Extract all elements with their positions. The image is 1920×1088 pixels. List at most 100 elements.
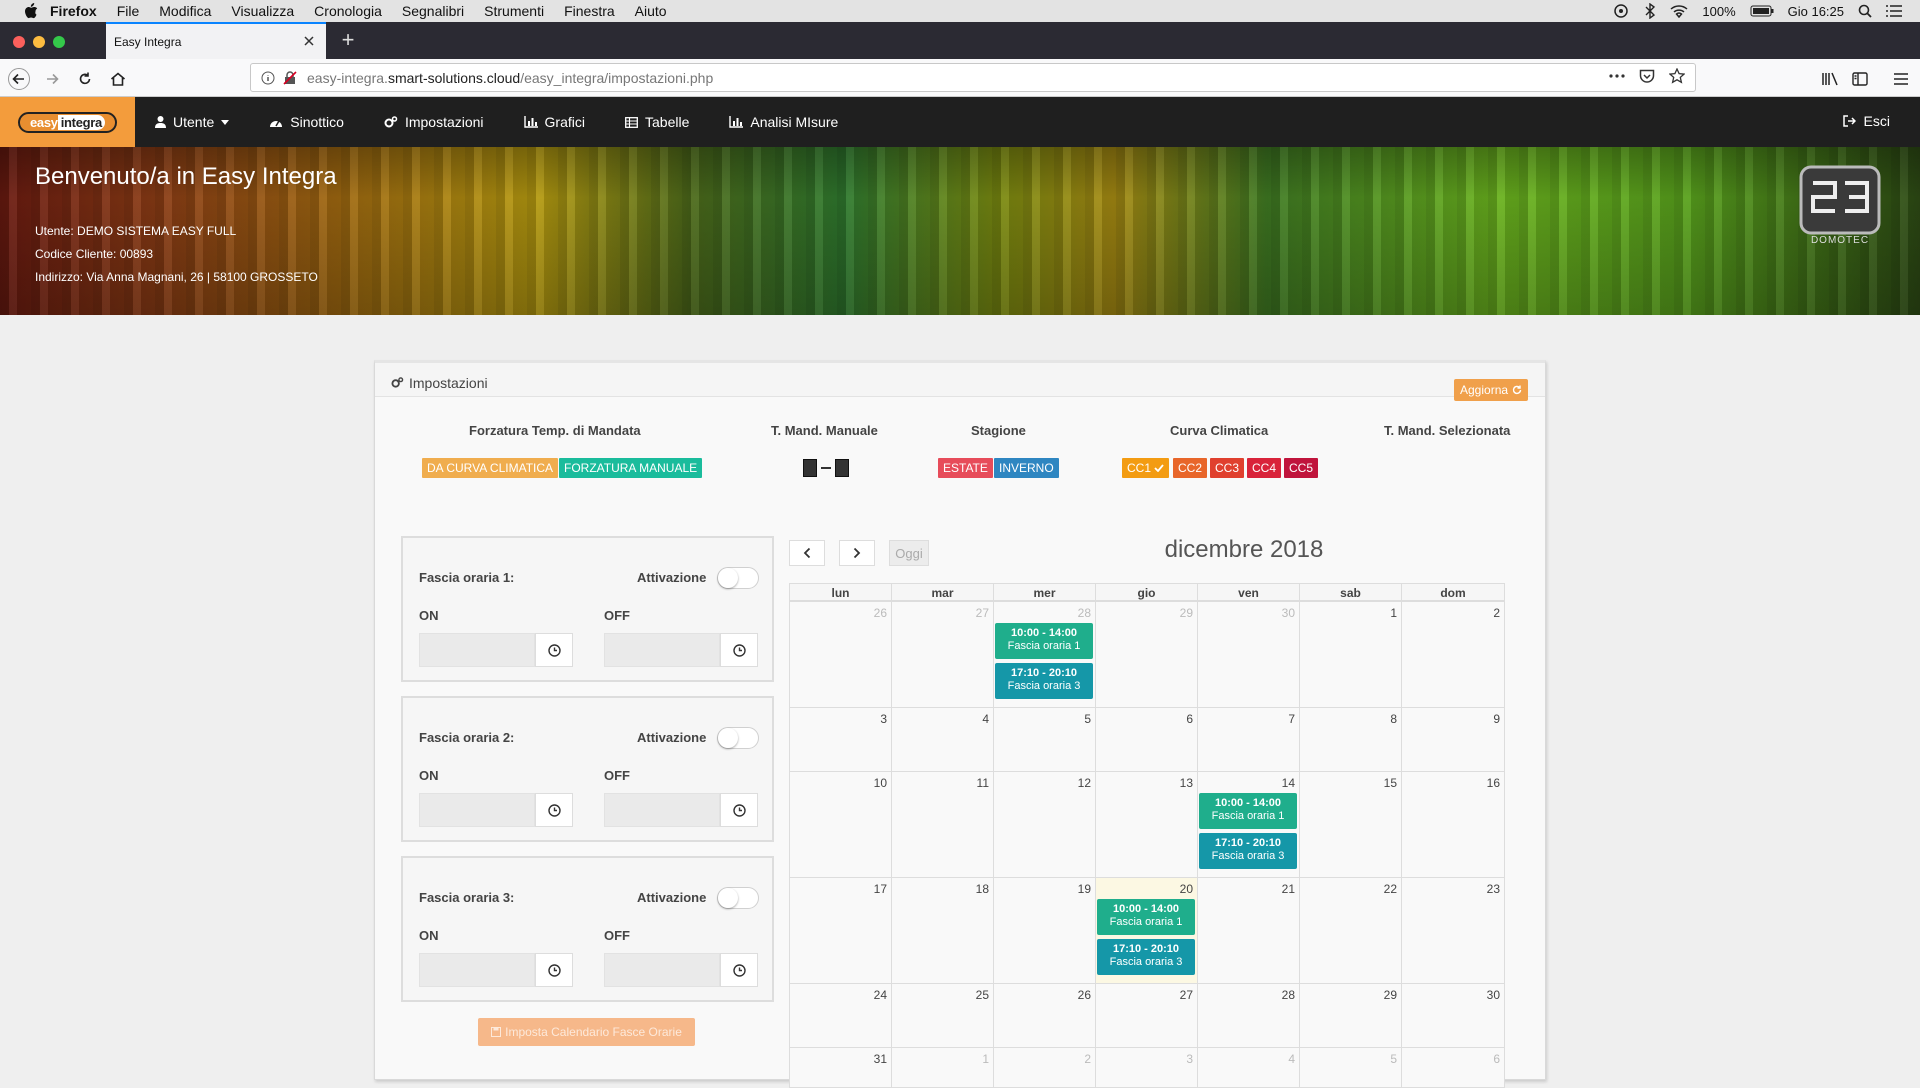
nav-utente[interactable]: Utente (155, 114, 230, 130)
calendar-day-cell[interactable]: 1 (891, 1047, 994, 1088)
spotlight-search-icon[interactable] (1858, 4, 1872, 18)
wifi-icon[interactable] (1670, 4, 1688, 18)
bluetooth-icon[interactable] (1644, 3, 1656, 19)
calendar-event-fascia-3[interactable]: 17:10 - 20:10 Fascia oraria 3 (1097, 939, 1195, 975)
nav-tabelle[interactable]: Tabelle (625, 114, 689, 130)
calendar-day-cell[interactable]: 5 (993, 707, 1096, 772)
calendar-day-cell[interactable]: 26 (789, 601, 892, 708)
calendar-day-cell[interactable]: 16 (1401, 771, 1505, 878)
site-info-icon[interactable] (261, 71, 275, 85)
calendar-day-cell[interactable]: 15 (1299, 771, 1402, 878)
calendar-event-fascia-1[interactable]: 10:00 - 14:00 Fascia oraria 1 (995, 623, 1093, 659)
calendar-day-cell[interactable]: 13 (1095, 771, 1198, 878)
on-clock-icon[interactable] (535, 633, 573, 667)
activation-toggle[interactable] (717, 727, 759, 749)
on-time-input[interactable] (419, 953, 535, 987)
window-close-button[interactable] (13, 36, 25, 48)
pocket-icon[interactable] (1639, 69, 1655, 84)
forward-icon[interactable] (41, 68, 63, 90)
calendar-day-cell[interactable]: 9 (1401, 707, 1505, 772)
menu-finestra[interactable]: Finestra (564, 3, 615, 19)
calendar-day-cell[interactable]: 29 (1095, 601, 1198, 708)
calendar-day-cell[interactable]: 4 (1197, 1047, 1300, 1088)
on-clock-icon[interactable] (535, 793, 573, 827)
calendar-day-cell[interactable]: 6 (1095, 707, 1198, 772)
calendar-day-cell[interactable]: 28 (1197, 983, 1300, 1048)
menu-cronologia[interactable]: Cronologia (314, 3, 382, 19)
calendar-day-cell[interactable]: 7 (1197, 707, 1300, 772)
calendar-event-fascia-3[interactable]: 17:10 - 20:10 Fascia oraria 3 (1199, 833, 1297, 869)
calendar-day-cell[interactable]: 3 (1095, 1047, 1198, 1088)
cc5-button[interactable]: CC5 (1284, 458, 1319, 478)
calendar-day-cell[interactable]: 12 (993, 771, 1096, 878)
calendar-day-cell[interactable]: 25 (891, 983, 994, 1048)
calendar-event-fascia-1[interactable]: 10:00 - 14:00 Fascia oraria 1 (1199, 793, 1297, 829)
menu-segnalibri[interactable]: Segnalibri (402, 3, 464, 19)
menu-file[interactable]: File (117, 3, 140, 19)
insecure-lock-icon[interactable] (283, 70, 297, 85)
calendar-day-cell[interactable]: 19 (993, 877, 1096, 984)
off-time-input[interactable] (604, 953, 720, 987)
da-curva-climatica-button[interactable]: DA CURVA CLIMATICA (422, 458, 559, 478)
reload-icon[interactable] (74, 68, 96, 90)
calendar-day-cell[interactable]: 5 (1299, 1047, 1402, 1088)
calendar-today-button[interactable]: Oggi (889, 540, 929, 566)
estate-button[interactable]: ESTATE (938, 458, 993, 478)
calendar-day-cell[interactable]: 29 (1299, 983, 1402, 1048)
calendar-day-cell[interactable]: 21 (1197, 877, 1300, 984)
library-icon[interactable] (1819, 68, 1841, 90)
menu-firefox[interactable]: Firefox (50, 3, 97, 19)
browser-tab[interactable]: Easy Integra (106, 22, 326, 59)
cc2-button[interactable]: CC2 (1173, 458, 1208, 478)
off-time-input[interactable] (604, 633, 720, 667)
activation-toggle[interactable] (717, 887, 759, 909)
calendar-prev-button[interactable] (789, 540, 825, 566)
calendar-day-cell[interactable]: 26 (993, 983, 1096, 1048)
new-tab-icon[interactable]: + (338, 29, 358, 51)
cc3-button[interactable]: CC3 (1210, 458, 1245, 478)
hamburger-menu-icon[interactable] (1890, 68, 1912, 90)
calendar-day-cell[interactable]: 2 (993, 1047, 1096, 1088)
cc1-button[interactable]: CC1 (1122, 458, 1170, 478)
calendar-day-cell[interactable]: 2 (1401, 601, 1505, 708)
calendar-day-cell[interactable]: 8 (1299, 707, 1402, 772)
battery-icon[interactable] (1750, 5, 1774, 17)
calendar-day-cell[interactable]: 23 (1401, 877, 1505, 984)
clock[interactable]: Gio 16:25 (1788, 4, 1844, 19)
calendar-day-cell[interactable]: 30 (1401, 983, 1505, 1048)
off-clock-icon[interactable] (720, 793, 758, 827)
apple-icon[interactable] (22, 3, 40, 19)
calendar-day-cell[interactable]: 4 (891, 707, 994, 772)
calendar-day-cell[interactable]: 31 (789, 1047, 892, 1088)
calendar-day-cell[interactable]: 10 (789, 771, 892, 878)
menu-visualizza[interactable]: Visualizza (231, 3, 294, 19)
calendar-day-cell[interactable]: 17 (789, 877, 892, 984)
imposta-calendario-button[interactable]: Imposta Calendario Fasce Orarie (478, 1018, 695, 1046)
nav-analisi-misure[interactable]: Analisi MIsure (729, 114, 838, 130)
home-icon[interactable] (107, 68, 129, 90)
menu-modifica[interactable]: Modifica (159, 3, 211, 19)
menu-aiuto[interactable]: Aiuto (635, 3, 667, 19)
on-time-input[interactable] (419, 793, 535, 827)
calendar-day-cell[interactable]: 1 (1299, 601, 1402, 708)
calendar-next-button[interactable] (839, 540, 875, 566)
logout-button[interactable]: Esci (1842, 113, 1890, 129)
tab-close-icon[interactable] (302, 34, 316, 48)
nav-impostazioni[interactable]: Impostazioni (384, 114, 484, 130)
calendar-day-cell[interactable]: 11 (891, 771, 994, 878)
screen-mirror-icon[interactable] (1612, 4, 1630, 18)
cc4-button[interactable]: CC4 (1247, 458, 1282, 478)
calendar-day-cell[interactable]: 22 (1299, 877, 1402, 984)
notification-center-icon[interactable] (1886, 5, 1902, 17)
nav-sinottico[interactable]: Sinottico (269, 114, 344, 130)
nav-grafici[interactable]: Grafici (523, 114, 585, 130)
window-minimize-button[interactable] (33, 36, 45, 48)
calendar-day-cell[interactable]: 27 (891, 601, 994, 708)
off-time-input[interactable] (604, 793, 720, 827)
off-clock-icon[interactable] (720, 633, 758, 667)
on-clock-icon[interactable] (535, 953, 573, 987)
calendar-day-cell[interactable]: 24 (789, 983, 892, 1048)
url-bar[interactable]: easy-integra. smart-solutions.cloud/easy_… (250, 63, 1696, 92)
inverno-button[interactable]: INVERNO (994, 458, 1059, 478)
on-time-input[interactable] (419, 633, 535, 667)
